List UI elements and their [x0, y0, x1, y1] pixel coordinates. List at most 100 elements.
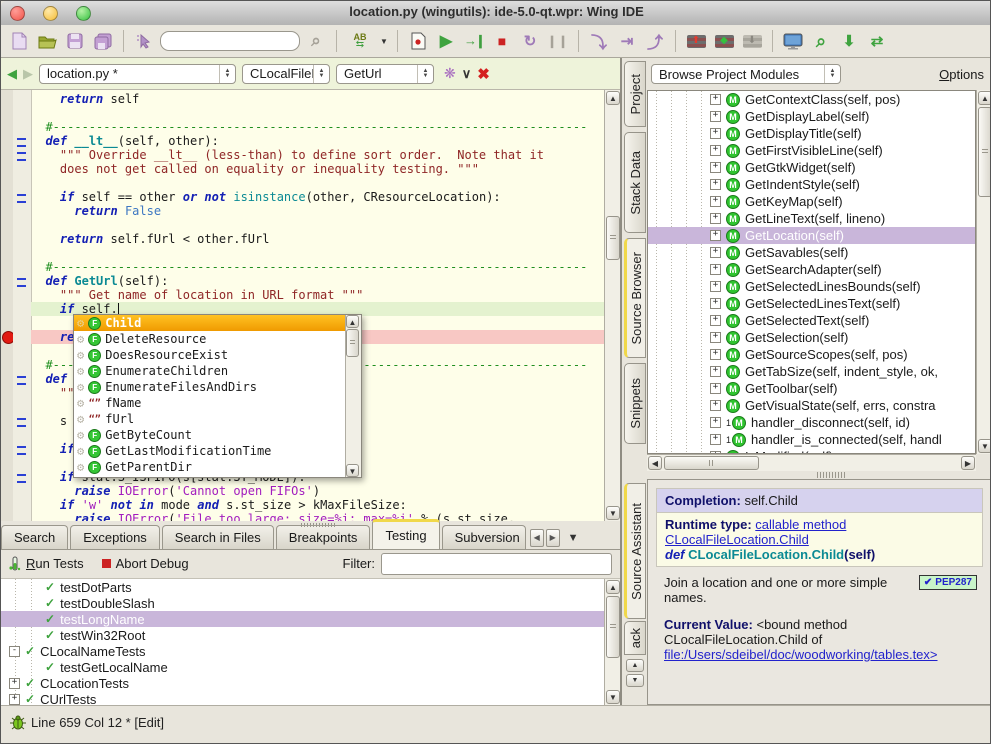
expand-icon[interactable]: +	[710, 298, 721, 309]
tab-stack-partial[interactable]: ack	[624, 621, 646, 655]
scroll-up-icon[interactable]: ▲	[978, 91, 991, 105]
save-all-icon[interactable]	[91, 29, 115, 53]
history-back-icon[interactable]: ◀	[7, 66, 17, 82]
abort-debug-button[interactable]: Abort Debug	[102, 556, 189, 571]
expand-icon[interactable]: +	[710, 230, 721, 241]
expand-icon[interactable]: +	[710, 434, 721, 445]
search-in-files-icon[interactable]: ⌕	[809, 29, 833, 53]
tab-project[interactable]: Project	[624, 61, 646, 127]
module-tree-item[interactable]: +MGetSelectedText(self)	[648, 312, 975, 329]
stop-debug-icon[interactable]: ■	[490, 29, 514, 53]
code-line[interactable]	[31, 106, 604, 120]
scroll-down-icon[interactable]: ▼	[346, 464, 359, 477]
code-line[interactable]: return self	[31, 92, 604, 106]
save-icon[interactable]	[63, 29, 87, 53]
code-line[interactable]	[31, 218, 604, 232]
module-tree-item[interactable]: +MGetSearchAdapter(self)	[648, 261, 975, 278]
module-tree-item[interactable]: +1Mhandler_is_connected(self, handl	[648, 431, 975, 448]
expand-icon[interactable]: +	[710, 315, 721, 326]
popup-scroll-thumb[interactable]	[346, 329, 359, 357]
scroll-up-icon[interactable]: ▲	[606, 580, 620, 594]
test-item[interactable]: ✓testDotParts	[1, 579, 620, 595]
scroll-down-icon[interactable]: ▼	[606, 690, 620, 704]
scope-dropdown[interactable]: CLocalFileLoc ▲▼	[242, 64, 330, 84]
expand-icon[interactable]: +	[710, 213, 721, 224]
expand-icon[interactable]: +	[710, 383, 721, 394]
run-debug-icon[interactable]: ▶	[434, 29, 458, 53]
completion-item[interactable]: ⚙FGetByteCount	[74, 427, 346, 443]
history-forward-icon[interactable]: ▶	[23, 66, 33, 82]
close-file-icon[interactable]: ✖	[477, 65, 490, 83]
expand-icon[interactable]: +	[710, 196, 721, 207]
browse-mode-dropdown[interactable]: Browse Project Modules ▲▼	[651, 64, 841, 84]
fold-marker-icon[interactable]	[17, 376, 26, 385]
titlebar[interactable]: location.py (wingutils): ide-5.0-qt.wpr:…	[1, 1, 991, 26]
fold-gutter[interactable]	[13, 90, 32, 521]
select-pointer-icon[interactable]	[132, 29, 156, 53]
module-tree-item[interactable]: +MGetSelectedLinesBounds(self)	[648, 278, 975, 295]
module-tree-item[interactable]: +MGetVisualState(self, errs, constra	[648, 397, 975, 414]
tab-source-assistant[interactable]: Source Assistant	[624, 483, 646, 619]
expand-icon[interactable]: +	[710, 145, 721, 156]
new-file-icon[interactable]	[7, 29, 31, 53]
expand-icon[interactable]: +	[710, 349, 721, 360]
completion-item[interactable]: ⚙FEnumerateFilesAndDirs	[74, 379, 346, 395]
code-line[interactable]: #---------------------------------------…	[31, 120, 604, 134]
step-into-icon[interactable]: ⇥	[615, 29, 639, 53]
code-line[interactable]: return self.fUrl < other.fUrl	[31, 232, 604, 246]
step-over-icon[interactable]: ⤵	[587, 29, 611, 53]
options-button[interactable]: Options	[939, 67, 984, 82]
tests-vscrollbar[interactable]: ▲ ▼	[604, 579, 621, 705]
filter-input[interactable]	[381, 553, 612, 575]
module-tree-item[interactable]: +MGetIndentStyle(self)	[648, 176, 975, 193]
module-tree-item[interactable]: +MGetKeyMap(self)	[648, 193, 975, 210]
code-line[interactable]: raise IOError('File too large: size=%i; …	[31, 512, 604, 521]
scroll-left-icon[interactable]: ◀	[648, 456, 662, 470]
tab-source-browser[interactable]: Source Browser	[624, 238, 646, 358]
expand-icon[interactable]: +	[710, 400, 721, 411]
tab-search-in-files[interactable]: Search in Files	[162, 525, 274, 549]
breakpoints-up-icon[interactable]: ⬆	[684, 29, 708, 53]
current-value-link[interactable]: file:/Users/sdeibel/doc/woodworking/tabl…	[664, 647, 938, 662]
code-line[interactable]: """ Override __lt__ (less-than) to defin…	[31, 148, 604, 162]
completion-item[interactable]: ⚙FDeleteResource	[74, 331, 346, 347]
module-tree-item[interactable]: +MGetToolbar(self)	[648, 380, 975, 397]
module-tree-item[interactable]: +MGetSelection(self)	[648, 329, 975, 346]
tab-stack-data[interactable]: Stack Data	[624, 132, 646, 233]
tab-breakpoints[interactable]: Breakpoints	[276, 525, 371, 549]
scroll-up-icon[interactable]: ▲	[606, 91, 620, 105]
code-line[interactable]: def GetUrl(self):	[31, 274, 604, 288]
browser-hscroll-thumb[interactable]	[664, 456, 759, 470]
module-tree-item[interactable]: +MGetGtkWidget(self)	[648, 159, 975, 176]
completion-item[interactable]: ⚙FChild	[74, 315, 346, 331]
browser-vscrollbar[interactable]: ▲ ▼	[976, 90, 991, 454]
open-file-dropdown[interactable]: location.py * ▲▼	[39, 64, 236, 84]
horizontal-splitter[interactable]	[647, 471, 991, 479]
panel-grip[interactable]	[301, 523, 335, 527]
tabs-scroll-left-icon[interactable]: ◀	[530, 529, 544, 547]
expand-icon[interactable]: +	[710, 128, 721, 139]
expand-icon[interactable]: +	[710, 281, 721, 292]
completion-item[interactable]: ⚙FGetLastModificationTime	[74, 443, 346, 459]
expand-icon[interactable]: +	[710, 264, 721, 275]
test-item[interactable]: ✓testLongName	[1, 611, 620, 627]
expand-icon[interactable]: +	[710, 111, 721, 122]
fold-marker-icon[interactable]	[17, 194, 26, 203]
completion-item[interactable]: ⚙FGetParentDir	[74, 459, 346, 475]
toolbar-search-input[interactable]	[160, 31, 300, 51]
wand-icon[interactable]: ❋	[444, 65, 456, 82]
completion-item[interactable]: ⚙“”fUrl	[74, 411, 346, 427]
code-line[interactable]: if 'w' not in mode and s.st_size > kMaxF…	[31, 498, 604, 512]
code-editor[interactable]: return self #---------------------------…	[1, 90, 620, 521]
refresh-icon[interactable]: ⇄	[865, 29, 889, 53]
completion-item[interactable]: ⚙FDoesResourceExist	[74, 347, 346, 363]
run-tests-button[interactable]: Run Tests	[9, 556, 84, 571]
fold-marker-icon[interactable]	[17, 474, 26, 483]
test-item[interactable]: -✓CLocalNameTests	[1, 643, 620, 659]
tab-exceptions[interactable]: Exceptions	[70, 525, 160, 549]
code-line[interactable]: #---------------------------------------…	[31, 260, 604, 274]
popup-scrollbar[interactable]: ▲ ▼	[345, 315, 361, 477]
scroll-down-icon[interactable]: ▼	[978, 439, 991, 453]
fold-marker-icon[interactable]	[17, 446, 26, 455]
tab-scroll-up-icon[interactable]: ▲	[626, 659, 644, 672]
